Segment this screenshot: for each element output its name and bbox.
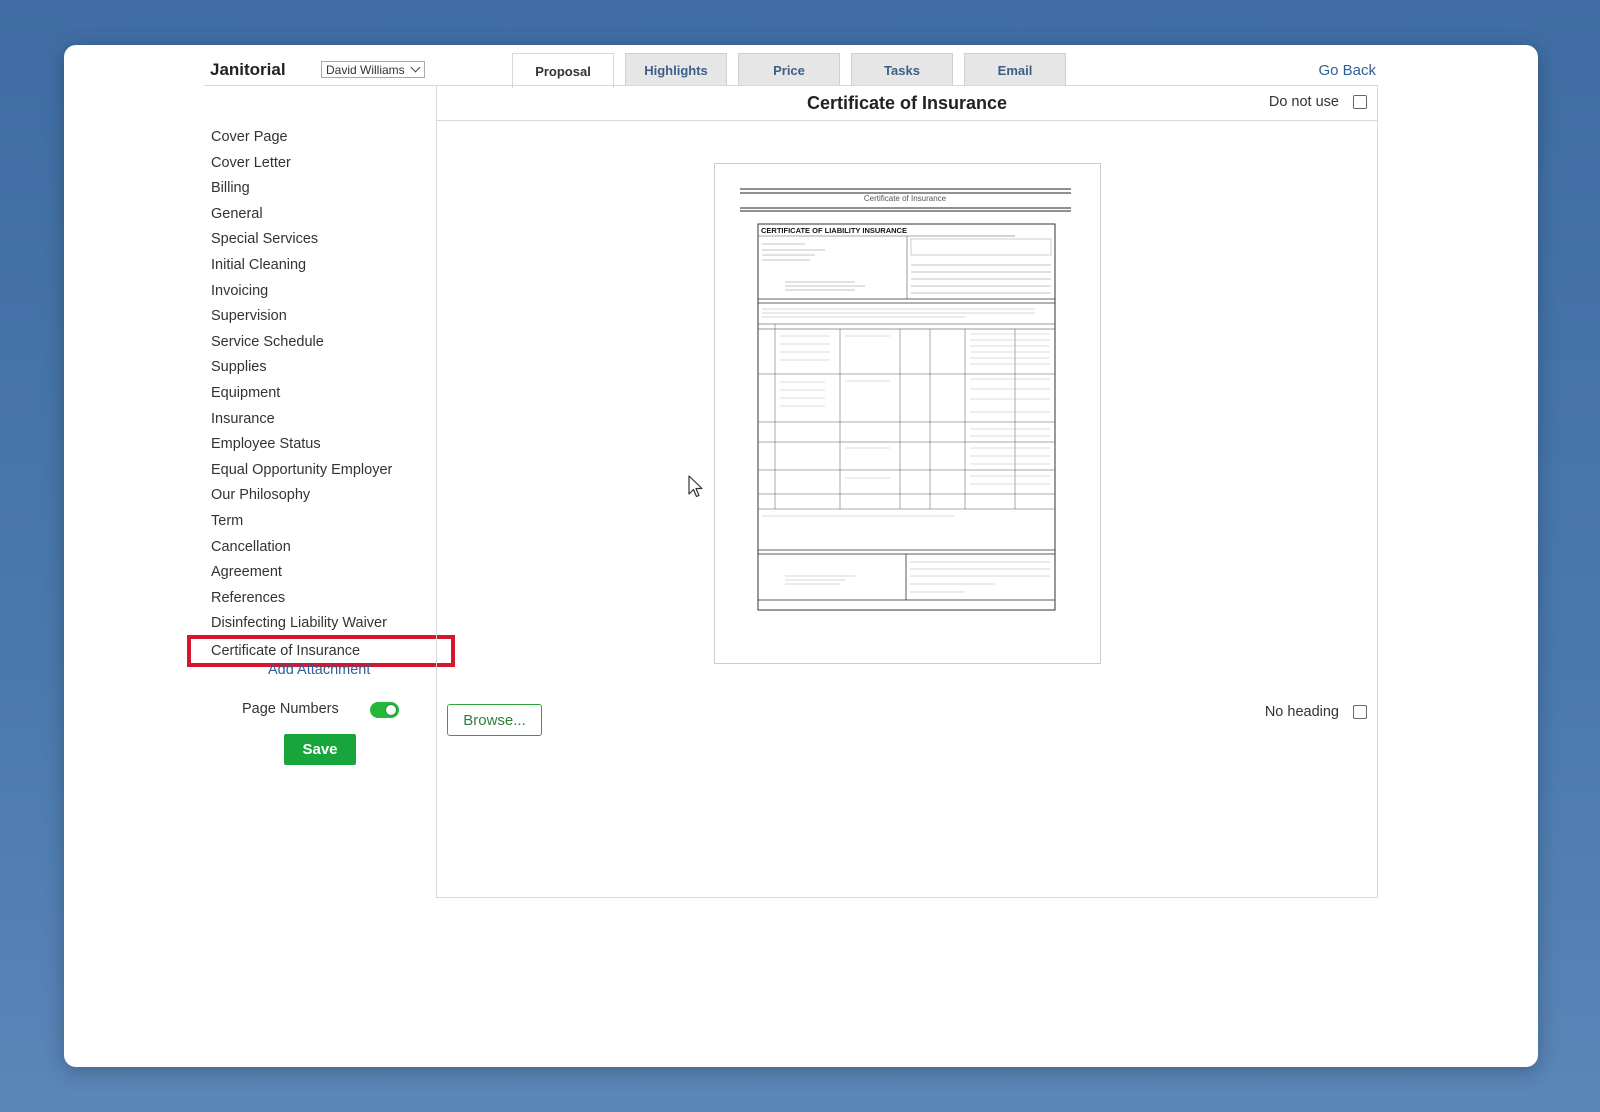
go-back-link[interactable]: Go Back [1318,62,1376,79]
preview-form-title: CERTIFICATE OF LIABILITY INSURANCE [761,226,907,235]
title-divider [437,120,1377,121]
save-button[interactable]: Save [284,734,356,765]
chevron-down-icon [410,62,421,73]
browse-button[interactable]: Browse... [447,704,542,736]
add-attachment-link[interactable]: Add Attachment [268,662,370,678]
tab-highlights[interactable]: Highlights [625,53,727,86]
tab-proposal[interactable]: Proposal [512,53,614,88]
tab-price[interactable]: Price [738,53,840,86]
no-heading-label: No heading [1264,704,1339,720]
toggle-knob [385,704,397,716]
tab-tasks[interactable]: Tasks [851,53,953,86]
page-numbers-label: Page Numbers [242,701,339,717]
app-title: Janitorial [210,60,286,79]
content-panel: Certificate of Insurance Do not use Cert… [436,85,1378,898]
page-numbers-toggle[interactable] [370,702,399,718]
do-not-use-label: Do not use [1268,94,1339,110]
mouse-pointer-icon [688,475,703,498]
user-select[interactable]: David Williams [321,61,425,78]
certificate-thumbnail: Certificate of Insurance CERTIFICATE OF … [740,188,1071,611]
sidebar-item-certificate-of-insurance[interactable]: Certificate of Insurance [187,634,455,667]
do-not-use-control: Do not use [1269,94,1367,110]
app-window: Janitorial David Williams Proposal Highl… [64,45,1538,1067]
user-select-value: David Williams [326,62,405,77]
tab-email[interactable]: Email [964,53,1066,86]
no-heading-checkbox[interactable] [1353,705,1367,719]
tab-bar: Proposal Highlights Price Tasks Email [512,53,1066,88]
do-not-use-checkbox[interactable] [1353,95,1367,109]
preview-doc-heading: Certificate of Insurance [864,194,947,203]
document-preview: Certificate of Insurance CERTIFICATE OF … [714,163,1101,664]
no-heading-control: No heading [1265,704,1367,720]
page-title: Certificate of Insurance [806,93,1008,113]
